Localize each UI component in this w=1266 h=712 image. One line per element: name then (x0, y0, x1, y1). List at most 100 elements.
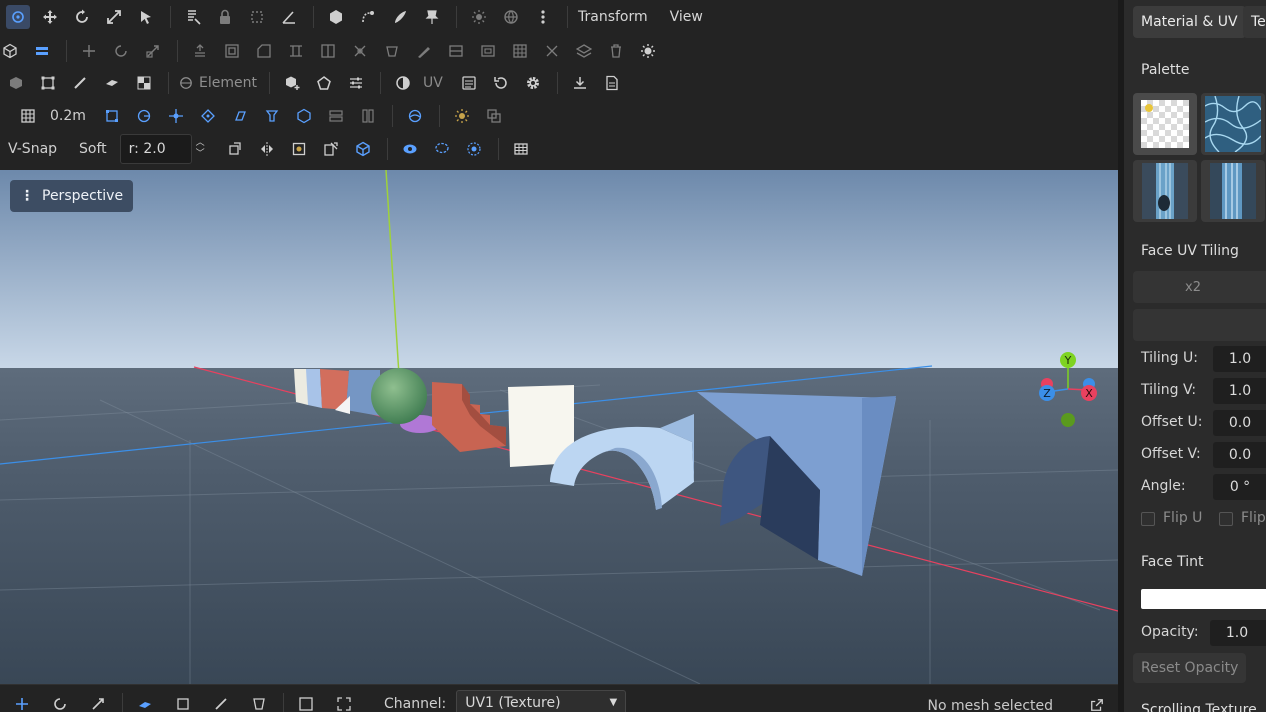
document-list-icon[interactable] (181, 5, 205, 29)
uv-vertex-mode-icon[interactable] (171, 692, 195, 712)
channel-select[interactable]: UV1 (Texture) ▼ (456, 689, 627, 712)
extrude-icon[interactable] (188, 39, 212, 63)
uv-image-icon[interactable] (294, 692, 318, 712)
grid-subdivide-icon[interactable] (508, 39, 532, 63)
weld-icon[interactable] (540, 39, 564, 63)
overlap-icon[interactable] (482, 104, 506, 128)
3d-viewport[interactable]: Y X Z ⋮ Perspective (0, 170, 1118, 684)
uv-scale-icon[interactable] (86, 692, 110, 712)
rotate-icon[interactable] (109, 39, 133, 63)
proportional-icon[interactable] (462, 137, 486, 161)
transform-menu[interactable]: Transform (578, 9, 648, 25)
perspective-menu-button[interactable]: ⋮ Perspective (10, 180, 134, 212)
polygon-icon[interactable] (312, 71, 336, 95)
uv-face-mode-icon[interactable] (133, 692, 157, 712)
element-mode-button[interactable]: Element (179, 75, 257, 91)
tab-textures[interactable]: Te (1243, 6, 1266, 38)
palette-swatch-checker[interactable] (1133, 93, 1197, 155)
sun-icon[interactable] (450, 104, 474, 128)
download-icon[interactable] (568, 71, 592, 95)
reset-icon[interactable] (489, 71, 513, 95)
radius-stepper[interactable]: ︿ ﹀ (196, 138, 205, 160)
sliders-icon[interactable] (344, 71, 368, 95)
grid-size-value[interactable]: 0.2m (50, 108, 86, 124)
object-select-icon[interactable] (4, 71, 28, 95)
face-tint-color-swatch[interactable] (1141, 589, 1266, 609)
edge-select-icon[interactable] (68, 71, 92, 95)
brush-icon[interactable] (388, 5, 412, 29)
lock-icon[interactable] (213, 5, 237, 29)
material-icon[interactable] (391, 71, 415, 95)
file-icon[interactable] (600, 71, 624, 95)
cube-icon[interactable] (324, 5, 348, 29)
snap-circle-icon[interactable] (132, 104, 156, 128)
grid-icon[interactable] (16, 104, 40, 128)
opacity-field[interactable]: 1.0 (1210, 620, 1266, 646)
bounds-icon[interactable] (245, 5, 269, 29)
light-icon[interactable] (636, 39, 660, 63)
uv-move-icon[interactable] (10, 692, 34, 712)
angle-snap-icon[interactable] (277, 5, 301, 29)
sun-settings-icon[interactable] (467, 5, 491, 29)
tile-empty-button[interactable] (1133, 309, 1266, 341)
vertex-select-icon[interactable] (36, 71, 60, 95)
inset-icon[interactable] (220, 39, 244, 63)
pointer-icon[interactable] (134, 5, 158, 29)
flip-v-checkbox[interactable] (1219, 512, 1233, 526)
stack-icon[interactable] (572, 39, 596, 63)
uv-edge-mode-icon[interactable] (209, 692, 233, 712)
flip-u-checkbox[interactable] (1141, 512, 1155, 526)
uv-editor-icon[interactable] (457, 71, 481, 95)
tiling-v-field[interactable]: 1.0 (1213, 378, 1266, 404)
knife-icon[interactable] (412, 39, 436, 63)
reset-opacity-button[interactable]: Reset Opacity (1133, 653, 1247, 683)
object-mode-icon[interactable] (0, 39, 22, 63)
palette-swatch-waterfall-1[interactable] (1133, 160, 1197, 222)
snap-pivot-icon[interactable] (260, 104, 284, 128)
snap-face-icon[interactable] (228, 104, 252, 128)
snap-cross-icon[interactable] (164, 104, 188, 128)
select-move-tool-icon[interactable] (6, 4, 30, 29)
bevel-icon[interactable] (252, 39, 276, 63)
visibility-icon[interactable] (398, 137, 422, 161)
add-cube-icon[interactable] (280, 71, 304, 95)
snap-grid-icon[interactable] (100, 104, 124, 128)
rotate-icon[interactable] (70, 5, 94, 29)
lasso-icon[interactable] (430, 137, 454, 161)
palette-swatch-water[interactable] (1201, 93, 1265, 155)
snap-volume-icon[interactable] (292, 104, 316, 128)
view-menu[interactable]: View (670, 9, 703, 25)
soft-toggle[interactable]: Soft (79, 141, 107, 157)
delete-icon[interactable] (604, 39, 628, 63)
offset-u-field[interactable]: 0.0 (1213, 410, 1266, 436)
uv-fit-icon[interactable] (332, 692, 356, 712)
subdivide-icon[interactable] (476, 39, 500, 63)
vsnap-toggle[interactable]: V-Snap (8, 141, 57, 157)
palette-swatch-waterfall-2[interactable] (1201, 160, 1265, 222)
mirror-icon[interactable] (255, 137, 279, 161)
uv-island-icon[interactable] (247, 692, 271, 712)
chevron-up-icon[interactable]: ︿ (196, 138, 205, 149)
offset-v-field[interactable]: 0.0 (1213, 442, 1266, 468)
uv-button[interactable]: UV (423, 75, 443, 91)
align-rows-icon[interactable] (324, 104, 348, 128)
globe-icon[interactable] (499, 5, 523, 29)
snap-object-icon[interactable] (223, 137, 247, 161)
path-tool-icon[interactable] (356, 5, 380, 29)
align-columns-icon[interactable] (356, 104, 380, 128)
tab-material-uv[interactable]: Material & UV (1133, 6, 1246, 38)
fill-icon[interactable] (380, 39, 404, 63)
angle-field[interactable]: 0 ° (1213, 474, 1266, 500)
tiling-u-field[interactable]: 1.0 (1213, 346, 1266, 372)
bridge-icon[interactable] (284, 39, 308, 63)
transform-local-icon[interactable] (319, 137, 343, 161)
chevron-down-icon[interactable]: ﹀ (196, 149, 205, 160)
uv-rotate-icon[interactable] (48, 692, 72, 712)
settings-gear-icon[interactable] (521, 71, 545, 95)
world-cube-icon[interactable] (351, 137, 375, 161)
scale-icon[interactable] (102, 5, 126, 29)
soft-radius-field[interactable]: r: 2.0 (119, 133, 192, 164)
pivot-box-icon[interactable] (287, 137, 311, 161)
more-vertical-icon[interactable] (531, 5, 555, 29)
face-select-icon[interactable] (100, 71, 124, 95)
